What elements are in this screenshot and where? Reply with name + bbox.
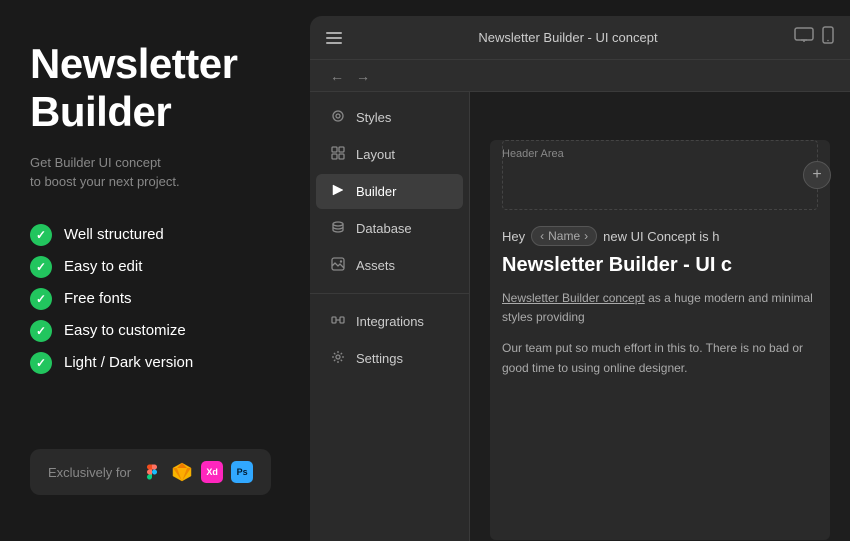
add-section-button[interactable]: + xyxy=(803,161,831,189)
feature-easy-customize: Easy to customize xyxy=(30,320,280,342)
feature-label: Easy to customize xyxy=(64,322,186,339)
check-icon xyxy=(30,288,52,310)
feature-light-dark: Light / Dark version xyxy=(30,352,280,374)
mobile-icon[interactable] xyxy=(822,26,834,49)
feature-label: Free fonts xyxy=(64,290,132,307)
titlebar-title: Newsletter Builder - UI concept xyxy=(354,30,782,45)
database-icon xyxy=(330,220,346,237)
name-tag-value: Name xyxy=(548,229,580,243)
sidebar-label-database: Database xyxy=(356,221,412,236)
desktop-icon[interactable] xyxy=(794,27,814,48)
layout-icon xyxy=(330,146,346,163)
feature-label: Light / Dark version xyxy=(64,354,193,371)
app-window: Newsletter Builder - UI concept ← → Styl… xyxy=(310,16,850,541)
features-list: Well structured Easy to edit Free fonts … xyxy=(30,224,280,374)
back-button[interactable]: ← xyxy=(326,66,348,86)
figma-icon xyxy=(141,461,163,483)
xd-icon: Xd xyxy=(201,461,223,483)
sidebar-item-builder[interactable]: Builder xyxy=(316,174,463,209)
name-tag-suffix: › xyxy=(584,229,588,243)
feature-well-structured: Well structured xyxy=(30,224,280,246)
left-panel: Newsletter Builder Get Builder UI concep… xyxy=(0,0,310,525)
styles-icon xyxy=(330,109,346,126)
titlebar: Newsletter Builder - UI concept xyxy=(310,16,850,60)
email-content: Hey ‹ Name › new UI Concept is h Newslet… xyxy=(490,210,830,402)
sidebar-item-settings[interactable]: Settings xyxy=(316,341,463,376)
exclusively-bar: Exclusively for Xd xyxy=(30,449,271,495)
sidebar-item-database[interactable]: Database xyxy=(316,211,463,246)
email-body-paragraph2: Our team put so much effort in this to. … xyxy=(502,339,818,377)
nav-bar: ← → xyxy=(310,60,850,92)
name-tag-prefix: ‹ xyxy=(540,229,544,243)
feature-easy-edit: Easy to edit xyxy=(30,256,280,278)
sidebar-label-assets: Assets xyxy=(356,258,395,273)
email-body-paragraph1: Newsletter Builder concept as a huge mod… xyxy=(502,289,818,327)
canvas-inner: Header Area + Hey ‹ Name › new UI Concep… xyxy=(490,140,830,540)
main-area: Styles Layout Builder Database xyxy=(310,92,850,541)
settings-icon xyxy=(330,350,346,367)
integrations-icon xyxy=(330,313,346,330)
exclusively-label: Exclusively for xyxy=(48,465,131,480)
sketch-icon xyxy=(171,461,193,483)
sidebar-label-layout: Layout xyxy=(356,147,395,162)
greeting-text: Hey xyxy=(502,229,525,244)
feature-label: Easy to edit xyxy=(64,258,142,275)
feature-free-fonts: Free fonts xyxy=(30,288,280,310)
check-icon xyxy=(30,256,52,278)
sidebar-label-settings: Settings xyxy=(356,351,403,366)
check-icon xyxy=(30,320,52,342)
left-content: Newsletter Builder Get Builder UI concep… xyxy=(30,40,280,374)
hamburger-button[interactable] xyxy=(326,32,342,44)
feature-label: Well structured xyxy=(64,226,164,243)
titlebar-icons xyxy=(794,26,834,49)
assets-icon xyxy=(330,257,346,274)
greeting-row: Hey ‹ Name › new UI Concept is h xyxy=(502,226,818,246)
sidebar-label-integrations: Integrations xyxy=(356,314,424,329)
main-title: Newsletter Builder xyxy=(30,40,280,137)
sidebar-divider xyxy=(310,293,469,294)
builder-icon xyxy=(330,183,346,200)
ps-icon: Ps xyxy=(231,461,253,483)
sidebar-label-builder: Builder xyxy=(356,184,396,199)
sidebar-item-integrations[interactable]: Integrations xyxy=(316,304,463,339)
check-icon xyxy=(30,224,52,246)
email-heading: Newsletter Builder - UI c xyxy=(502,254,818,277)
header-placeholder: + xyxy=(502,140,818,210)
forward-button[interactable]: → xyxy=(352,66,374,86)
newsletter-link[interactable]: Newsletter Builder concept xyxy=(502,291,645,305)
sidebar-item-styles[interactable]: Styles xyxy=(316,100,463,135)
subtitle: Get Builder UI concept to boost your nex… xyxy=(30,153,280,192)
sidebar-item-layout[interactable]: Layout xyxy=(316,137,463,172)
check-icon xyxy=(30,352,52,374)
greeting-suffix: new UI Concept is h xyxy=(603,229,719,244)
sidebar-label-styles: Styles xyxy=(356,110,391,125)
tool-icons: Xd Ps xyxy=(141,461,253,483)
sidebar: Styles Layout Builder Database xyxy=(310,92,470,541)
name-tag[interactable]: ‹ Name › xyxy=(531,226,597,246)
sidebar-item-assets[interactable]: Assets xyxy=(316,248,463,283)
canvas-area: Header Area + Hey ‹ Name › new UI Concep… xyxy=(470,92,850,541)
